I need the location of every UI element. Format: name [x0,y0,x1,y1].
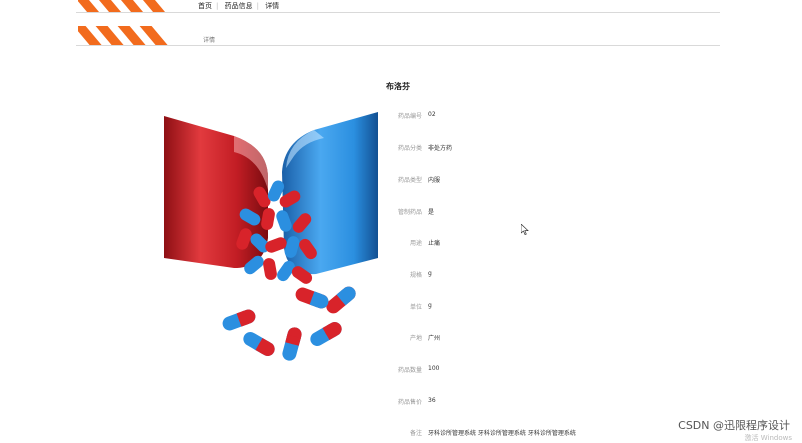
header-divider [76,12,720,13]
field-value: g [428,302,432,309]
field-value: 止痛 [428,240,441,247]
product-image [164,108,378,372]
field-label: 药品售价 [397,399,422,406]
field-label: 药品数量 [397,367,422,374]
detail-row-category: 药品分类 非处方药 [380,143,640,153]
field-label: 药品类型 [397,177,422,184]
field-value: 100 [428,365,440,372]
mouse-cursor-icon [520,220,529,239]
nav-divider: | [216,2,219,10]
detail-row-usage: 用途 止痛 [380,238,640,248]
detail-row-price: 药品售价 36 [380,397,640,407]
capsule-illustration [164,112,378,361]
nav-divider: | [256,2,259,10]
breadcrumb[interactable]: 详情 [203,35,215,44]
detail-row-controlled: 管制药品 是 [380,207,640,217]
windows-activation-watermark: 激活 Windows [744,434,792,442]
detail-row-unit: 单位 g [380,302,640,312]
detail-row-quantity: 药品数量 100 [380,365,640,375]
field-value: 02 [428,111,436,118]
field-label: 产地 [409,335,422,342]
field-value: 牙科诊所管理系统 牙科诊所管理系统 牙科诊所管理系统 [428,430,576,437]
field-label: 备注 [409,430,422,437]
field-value: 广州 [428,335,441,342]
top-header: 首页 | 药品信息 | 详情 [0,0,802,14]
field-value: g [428,270,432,277]
csdn-watermark: CSDN @迅限程序设计 [678,419,790,432]
detail-row-spec: 规格 g [380,270,640,280]
top-nav: 首页 | 药品信息 | 详情 [198,1,287,11]
header-divider [76,45,720,46]
field-label: 单位 [409,304,422,311]
field-value: 非处方药 [428,145,453,152]
nav-item-drug-info[interactable]: 药品信息 [225,2,253,10]
detail-row-drug-code: 药品编号 02 [380,111,640,121]
brand-stripes-logo [78,0,174,12]
field-label: 用途 [409,240,422,247]
nav-item-detail[interactable]: 详情 [265,2,279,10]
detail-row-origin: 产地 广州 [380,333,640,343]
sub-header: 详情 [0,26,802,48]
brand-stripes-logo [78,26,174,46]
product-title: 布洛芬 [386,82,410,91]
field-label: 药品分类 [397,145,422,152]
field-label: 药品编号 [397,113,422,120]
field-value: 36 [428,397,436,404]
field-label: 管制药品 [397,209,422,216]
detail-row-type: 药品类型 内服 [380,175,640,185]
field-value: 是 [428,209,435,216]
field-label: 规格 [409,272,422,279]
field-value: 内服 [428,177,441,184]
detail-row-remark: 备注 牙科诊所管理系统 牙科诊所管理系统 牙科诊所管理系统 [380,428,640,438]
nav-item-home[interactable]: 首页 [198,2,212,10]
